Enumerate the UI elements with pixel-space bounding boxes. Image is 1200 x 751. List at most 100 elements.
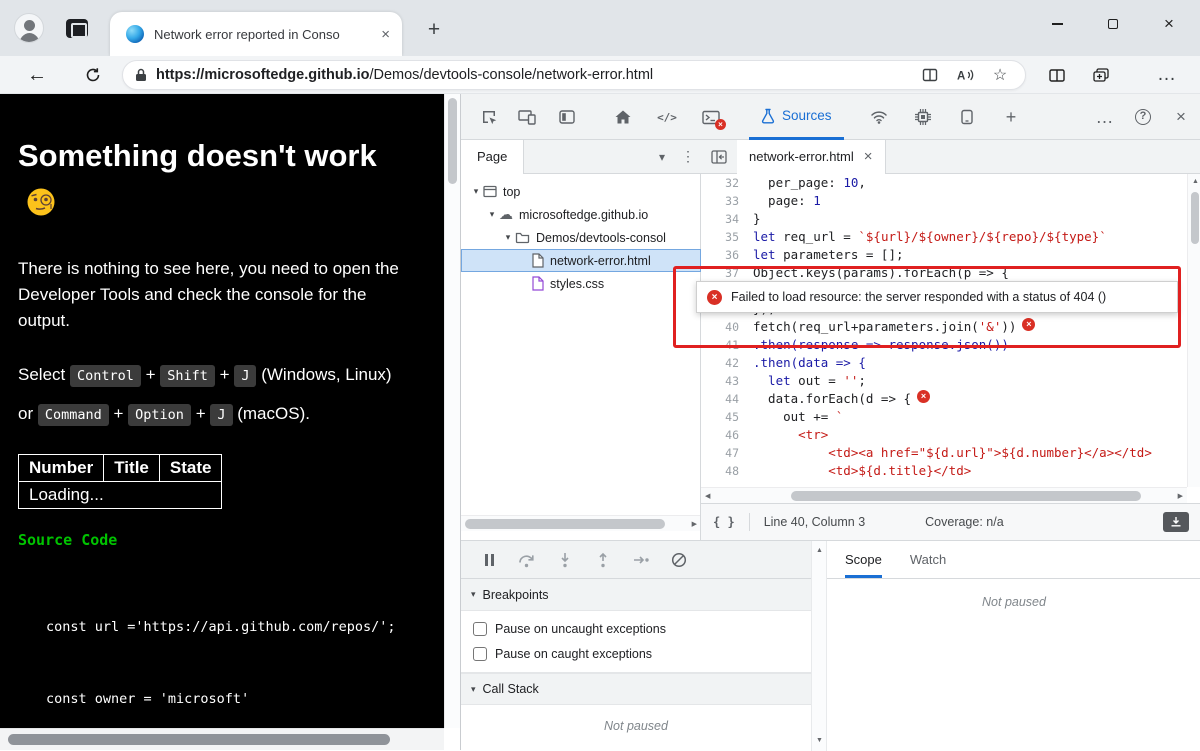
maximize-button[interactable]	[1090, 8, 1136, 40]
collections-button[interactable]	[1086, 61, 1116, 89]
pause-uncaught-row[interactable]: Pause on uncaught exceptions	[461, 616, 811, 641]
scroll-up-icon[interactable]: ▲	[816, 546, 823, 556]
deactivate-breakpoints-button[interactable]	[665, 547, 693, 573]
expand-chevron-icon[interactable]: ▾	[469, 186, 483, 197]
editor-line[interactable]: 34}	[701, 210, 1187, 228]
tree-item-styles-css[interactable]: styles.css	[461, 272, 701, 295]
line-number[interactable]: 41	[701, 336, 753, 354]
new-tab-button[interactable]: +	[420, 16, 448, 44]
editor-line[interactable]: 35let req_url = `${url}/${owner}/${repo}…	[701, 228, 1187, 246]
toggle-navigator-icon[interactable]	[701, 140, 737, 174]
devtools-close-button[interactable]: ×	[1165, 102, 1197, 132]
more-tabs-button[interactable]: +	[995, 102, 1027, 132]
performance-tab[interactable]	[907, 102, 939, 132]
expand-chevron-icon[interactable]: ▾	[501, 232, 515, 243]
tree-item-network-error-html[interactable]: network-error.html	[461, 249, 701, 272]
collapse-chevron-icon[interactable]: ▾	[471, 684, 476, 695]
editor-line[interactable]: 46 <tr>	[701, 426, 1187, 444]
console-tab[interactable]: ×	[695, 102, 727, 132]
download-button[interactable]	[1163, 512, 1189, 532]
code-editor[interactable]: 32 per_page: 10, 33 page: 1 34} 35let re…	[701, 174, 1187, 487]
editor-line[interactable]: 33 page: 1	[701, 192, 1187, 210]
reload-button[interactable]	[78, 61, 108, 89]
scroll-down-icon[interactable]: ▼	[816, 736, 823, 746]
step-button[interactable]	[627, 547, 655, 573]
profile-avatar[interactable]	[14, 13, 44, 43]
scroll-left-icon[interactable]: ◀	[705, 492, 710, 502]
line-number[interactable]: 43	[701, 372, 753, 390]
scroll-right-icon[interactable]: ▶	[692, 520, 697, 530]
line-number[interactable]: 48	[701, 462, 753, 480]
pretty-print-button[interactable]: { }	[713, 515, 735, 529]
navigator-horizontal-scrollbar[interactable]: ▶	[461, 515, 700, 531]
editor-line[interactable]: 43 let out = '';	[701, 372, 1187, 390]
editor-line[interactable]: 40fetch(req_url+parameters.join('&'))×	[701, 318, 1187, 336]
welcome-tab[interactable]	[607, 102, 639, 132]
line-number[interactable]: 45	[701, 408, 753, 426]
favorite-star-icon[interactable]: ☆	[987, 63, 1013, 87]
window-close-button[interactable]: ×	[1146, 8, 1192, 40]
collapse-chevron-icon[interactable]: ▾	[471, 589, 476, 600]
scope-tab[interactable]: Scope	[845, 541, 882, 578]
split-screen-button[interactable]	[1042, 61, 1072, 89]
pause-button[interactable]	[475, 547, 503, 573]
editor-line[interactable]: 48 <td>${d.title}</td>	[701, 462, 1187, 480]
editor-line[interactable]: 41.then(response => response.json())	[701, 336, 1187, 354]
scrollbar-thumb[interactable]	[791, 491, 1141, 501]
immersive-reader-icon[interactable]	[917, 63, 943, 87]
help-button[interactable]: ?	[1127, 102, 1159, 132]
address-bar[interactable]: https://microsoftedge.github.io/Demos/de…	[122, 60, 1026, 90]
workspaces-icon[interactable]	[66, 19, 88, 38]
pause-uncaught-checkbox[interactable]	[473, 622, 487, 636]
layout-panel-button[interactable]	[551, 102, 583, 132]
editor-line[interactable]: 37Object.keys(params).forEach(p => {	[701, 264, 1187, 282]
watch-tab[interactable]: Watch	[910, 541, 946, 578]
network-tab[interactable]	[863, 102, 895, 132]
line-number[interactable]: 34	[701, 210, 753, 228]
scroll-up-icon[interactable]: ▲	[1192, 177, 1199, 187]
sidebar-scrollbar[interactable]: ▲ ▼	[811, 541, 827, 751]
page-vertical-scrollbar[interactable]	[444, 94, 460, 728]
file-tab[interactable]: network-error.html ×	[737, 140, 886, 174]
navigator-menu-icon[interactable]: ⋮	[675, 142, 701, 172]
editor-line[interactable]: 36let parameters = [];	[701, 246, 1187, 264]
back-button[interactable]: ←	[22, 61, 52, 89]
editor-vertical-scrollbar[interactable]: ▲	[1187, 174, 1200, 487]
scroll-right-icon[interactable]: ▶	[1178, 492, 1183, 502]
browser-tab[interactable]: Network error reported in Conso ×	[110, 12, 402, 56]
url-text[interactable]: https://microsoftedge.github.io/Demos/de…	[156, 67, 908, 83]
inspect-button[interactable]	[473, 102, 505, 132]
overflow-chevron-icon[interactable]: ▾	[649, 142, 675, 172]
editor-line[interactable]: 42.then(data => {	[701, 354, 1187, 372]
call-stack-header[interactable]: ▾ Call Stack	[461, 673, 811, 705]
devtools-menu-button[interactable]: …	[1089, 102, 1121, 132]
line-number[interactable]: 40	[701, 318, 753, 336]
tree-item-domain[interactable]: ▾ ☁ microsoftedge.github.io	[461, 203, 701, 226]
step-into-button[interactable]	[551, 547, 579, 573]
tab-close-icon[interactable]: ×	[864, 149, 873, 164]
editor-line[interactable]: 44 data.forEach(d => {×	[701, 390, 1187, 408]
line-number[interactable]: 44	[701, 390, 753, 408]
editor-line[interactable]: 45 out += `	[701, 408, 1187, 426]
pause-caught-row[interactable]: Pause on caught exceptions	[461, 641, 811, 666]
line-number[interactable]: 42	[701, 354, 753, 372]
browser-menu-button[interactable]: …	[1152, 61, 1182, 89]
expand-chevron-icon[interactable]: ▾	[485, 209, 499, 220]
editor-horizontal-scrollbar[interactable]: ◀ ▶	[701, 487, 1187, 503]
minimize-button[interactable]	[1034, 8, 1080, 40]
line-number[interactable]: 46	[701, 426, 753, 444]
read-aloud-icon[interactable]: A	[952, 63, 978, 87]
pause-caught-checkbox[interactable]	[473, 647, 487, 661]
tree-item-folder[interactable]: ▾ Demos/devtools-consol	[461, 226, 701, 249]
editor-line[interactable]: 32 per_page: 10,	[701, 174, 1187, 192]
device-toolbar-button[interactable]	[511, 102, 543, 132]
scrollbar-thumb[interactable]	[448, 98, 457, 184]
sources-tab[interactable]: Sources	[749, 94, 844, 140]
line-number[interactable]: 33	[701, 192, 753, 210]
elements-tab[interactable]: </>	[651, 102, 683, 132]
step-over-button[interactable]	[513, 547, 541, 573]
line-number[interactable]: 47	[701, 444, 753, 462]
application-tab[interactable]	[951, 102, 983, 132]
scrollbar-thumb[interactable]	[465, 519, 665, 529]
page-horizontal-scrollbar[interactable]	[0, 728, 444, 750]
